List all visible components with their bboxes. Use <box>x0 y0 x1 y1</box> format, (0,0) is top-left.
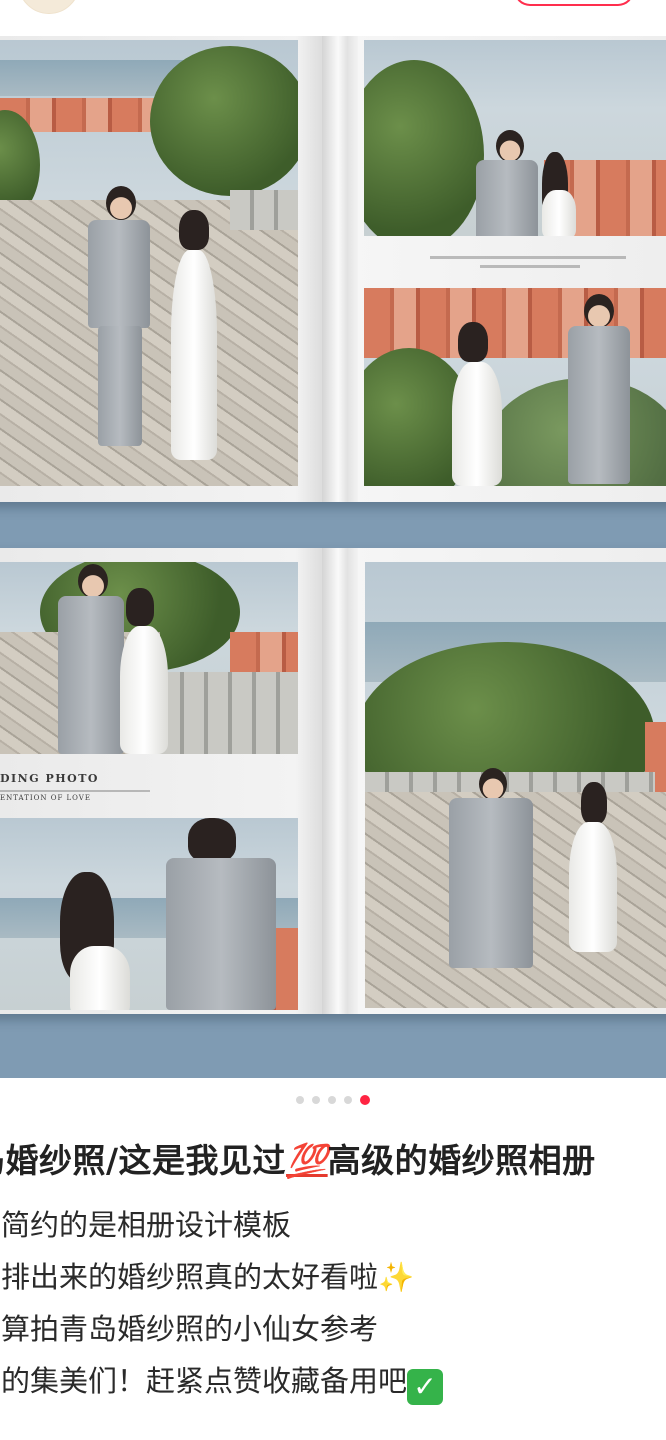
image-carousel[interactable]: DING PHOTO ENTATION OF LOVE <box>0 36 666 1078</box>
post-line-text: 打算拍青岛婚纱照的小仙女参考 <box>0 1312 379 1346</box>
carousel-dot[interactable] <box>328 1096 336 1104</box>
post-detail-page: DING PHOTO ENTATION OF LOVE 岛婚纱照/这是我见过💯高… <box>0 0 666 1440</box>
carousel-dot[interactable] <box>344 1096 352 1104</box>
check-mark-icon: ✓ <box>407 1369 444 1405</box>
photo-couple-stone-wall <box>0 562 298 754</box>
album-caption-text <box>0 790 150 792</box>
post-header <box>0 0 666 36</box>
post-line-text: 昏的集美们！赶紧点赞收藏备用吧 <box>0 1364 408 1398</box>
album-spread-2: DING PHOTO ENTATION OF LOVE <box>0 548 666 1014</box>
album-caption-title: DING PHOTO <box>0 772 99 785</box>
photo-couple-stone-path <box>0 40 298 486</box>
photo-couple-rooftops <box>364 40 666 236</box>
album-spine <box>322 548 358 1014</box>
carousel-indicator <box>0 1095 666 1105</box>
post-line: 昏的集美们！赶紧点赞收藏备用吧 ✓ <box>0 1355 444 1407</box>
album-caption-text <box>480 265 580 268</box>
album-caption-subtitle: ENTATION OF LOVE <box>0 794 91 802</box>
carousel-dot[interactable] <box>312 1096 320 1104</box>
post-line: 打算拍青岛婚纱照的小仙女参考 <box>0 1303 443 1355</box>
post-body: 级简约的是相册设计模板 祥排出来的婚纱照真的太好看啦✨ 打算拍青岛婚纱照的小仙女… <box>0 1199 444 1407</box>
post-line: 级简约的是相册设计模板 <box>0 1199 443 1251</box>
album-spine <box>322 36 358 502</box>
hundred-points-icon: 💯 <box>286 1141 328 1180</box>
photo-couple-hand-in-hand <box>364 288 666 486</box>
album-spread-1 <box>0 36 666 502</box>
post-title-text: 岛婚纱照/这是我见过 <box>0 1141 287 1180</box>
photo-couple-closeup <box>0 818 298 1010</box>
post-title-text: 高级的婚纱照相册 <box>327 1141 596 1180</box>
photo-couple-walking-path <box>365 562 666 1008</box>
sparkles-icon: ✨ <box>378 1260 415 1294</box>
post-line: 祥排出来的婚纱照真的太好看啦✨ <box>0 1251 443 1303</box>
post-title: 岛婚纱照/这是我见过💯高级的婚纱照相册 <box>0 1134 596 1182</box>
album-caption-text <box>430 256 626 259</box>
follow-button[interactable] <box>514 0 634 6</box>
post-line-text: 级简约的是相册设计模板 <box>0 1208 292 1242</box>
carousel-dot[interactable] <box>296 1096 304 1104</box>
carousel-dot-active[interactable] <box>360 1095 370 1105</box>
post-line-text: 祥排出来的婚纱照真的太好看啦 <box>0 1260 379 1294</box>
author-avatar[interactable] <box>18 0 80 14</box>
